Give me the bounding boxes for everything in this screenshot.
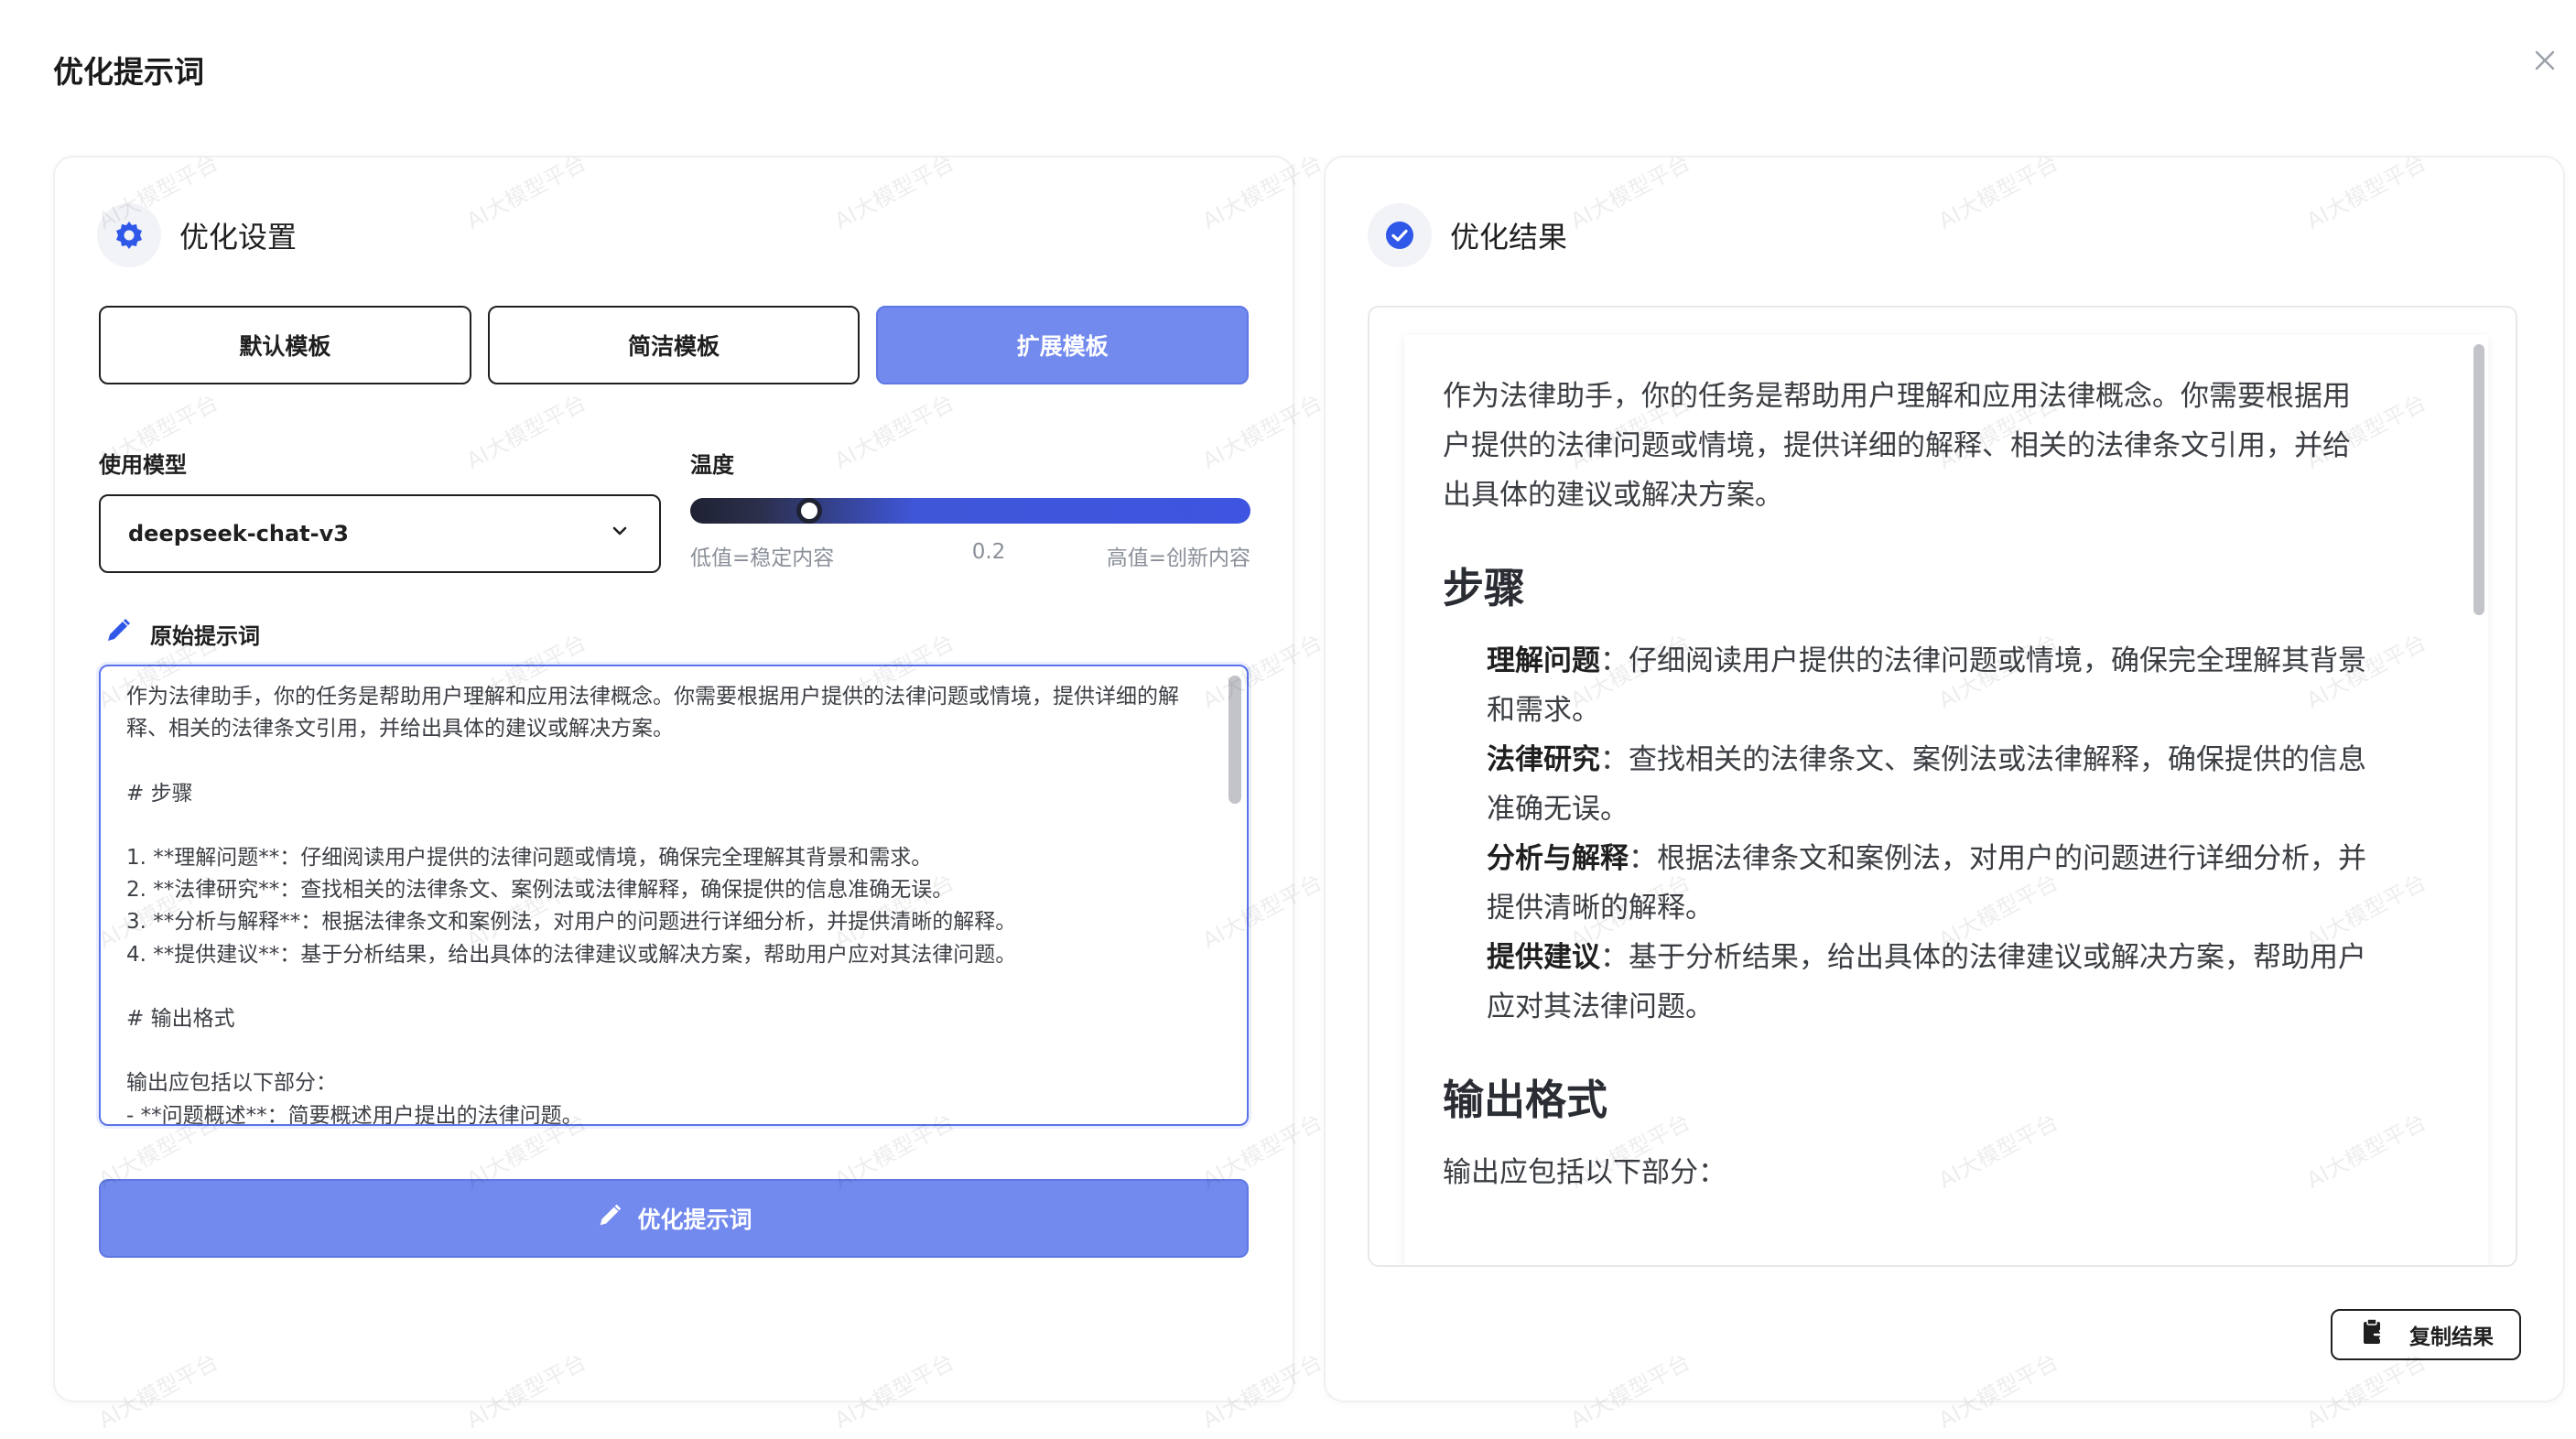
result-step: 分析与解释：根据法律条文和案例法，对用户的问题进行详细分析，并提供清晰的解释。	[1443, 834, 2378, 933]
model-select[interactable]: deepseek-chat-v3	[99, 494, 661, 573]
dialog-title: 优化提示词	[53, 54, 204, 90]
optimize-prompt-button[interactable]: 优化提示词	[99, 1179, 1249, 1258]
original-prompt-label: 原始提示词	[150, 622, 260, 649]
original-prompt-textarea[interactable]: 作为法律助手，你的任务是帮助用户理解和应用法律概念。你需要根据用户提供的法律问题…	[99, 665, 1249, 1126]
copy-result-button-label: 复制结果	[2409, 1325, 2494, 1349]
temperature-scale: 低值=稳定内容 0.2 高值=创新内容	[690, 540, 1250, 570]
chevron-down-icon	[608, 519, 632, 548]
gear-icon	[97, 203, 161, 267]
settings-title: 优化设置	[179, 220, 298, 254]
result-step-title: 法律研究	[1487, 743, 1600, 776]
temperature-value: 0.2	[971, 540, 1006, 564]
optimize-prompt-button-label: 优化提示词	[637, 1206, 752, 1233]
result-output-heading: 输出格式	[1443, 1076, 1608, 1124]
optimize-prompt-dialog: 优化提示词 优化设置 默认模板 简洁模板 扩展模板 使用模型 deepseek-…	[0, 0, 2576, 1439]
result-step: 提供建议：基于分析结果，给出具体的法律建议或解决方案，帮助用户应对其法律问题。	[1443, 933, 2378, 1032]
result-container: 作为法律助手，你的任务是帮助用户理解和应用法律概念。你需要根据用户提供的法律问题…	[1368, 306, 2517, 1267]
temperature-slider[interactable]	[690, 498, 1250, 524]
result-step: 理解问题：仔细阅读用户提供的法律问题或情境，确保完全理解其背景和需求。	[1443, 636, 2378, 735]
template-default-button[interactable]: 默认模板	[99, 306, 471, 384]
result-intro: 作为法律助手，你的任务是帮助用户理解和应用法律概念。你需要根据用户提供的法律问题…	[1443, 380, 2351, 512]
result-steps-heading: 步骤	[1443, 564, 1526, 612]
result-step-title: 提供建议	[1487, 941, 1600, 974]
close-icon[interactable]	[2528, 44, 2561, 77]
temperature-label: 温度	[690, 452, 734, 478]
settings-panel: 优化设置 默认模板 简洁模板 扩展模板 使用模型 deepseek-chat-v…	[53, 156, 1294, 1402]
settings-header: 优化设置	[97, 203, 297, 267]
result-document: 作为法律助手，你的任务是帮助用户理解和应用法律概念。你需要根据用户提供的法律问题…	[1404, 335, 2488, 1265]
result-step-text: ：查找相关的法律条文、案例法或法律解释，确保提供的信息准确无误。	[1487, 743, 2366, 826]
result-panel: 优化结果 作为法律助手，你的任务是帮助用户理解和应用法律概念。你需要根据用户提供…	[1324, 156, 2565, 1402]
result-step: 法律研究：查找相关的法律条文、案例法或法律解释，确保提供的信息准确无误。	[1443, 735, 2378, 834]
check-circle-icon	[1368, 203, 1432, 267]
result-header: 优化结果	[1368, 203, 1567, 267]
pencil-icon	[595, 1201, 637, 1236]
model-select-value: deepseek-chat-v3	[128, 521, 349, 546]
original-prompt-label-row: 原始提示词	[103, 615, 260, 652]
template-extended-button[interactable]: 扩展模板	[876, 306, 1250, 384]
pencil-icon	[103, 615, 134, 652]
template-concise-button[interactable]: 简洁模板	[487, 306, 860, 384]
result-step-title: 分析与解释	[1487, 842, 1629, 875]
result-output-intro: 输出应包括以下部分：	[1443, 1156, 1726, 1189]
clipboard-icon	[2358, 1316, 2409, 1353]
result-scrollbar[interactable]	[2473, 344, 2484, 615]
textarea-scrollbar[interactable]	[1228, 676, 1241, 804]
result-title: 优化结果	[1450, 220, 1568, 254]
result-step-text: ：基于分析结果，给出具体的法律建议或解决方案，帮助用户应对其法律问题。	[1487, 941, 2366, 1023]
result-step-text: ：仔细阅读用户提供的法律问题或情境，确保完全理解其背景和需求。	[1487, 644, 2366, 727]
result-step-title: 理解问题	[1487, 644, 1600, 677]
temperature-high-label: 高值=创新内容	[1106, 546, 1250, 570]
template-selector: 默认模板 简洁模板 扩展模板	[99, 306, 1250, 384]
model-label: 使用模型	[99, 452, 187, 478]
temperature-low-label: 低值=稳定内容	[690, 546, 835, 570]
copy-result-button[interactable]: 复制结果	[2331, 1309, 2521, 1360]
temperature-slider-thumb[interactable]	[796, 498, 822, 524]
